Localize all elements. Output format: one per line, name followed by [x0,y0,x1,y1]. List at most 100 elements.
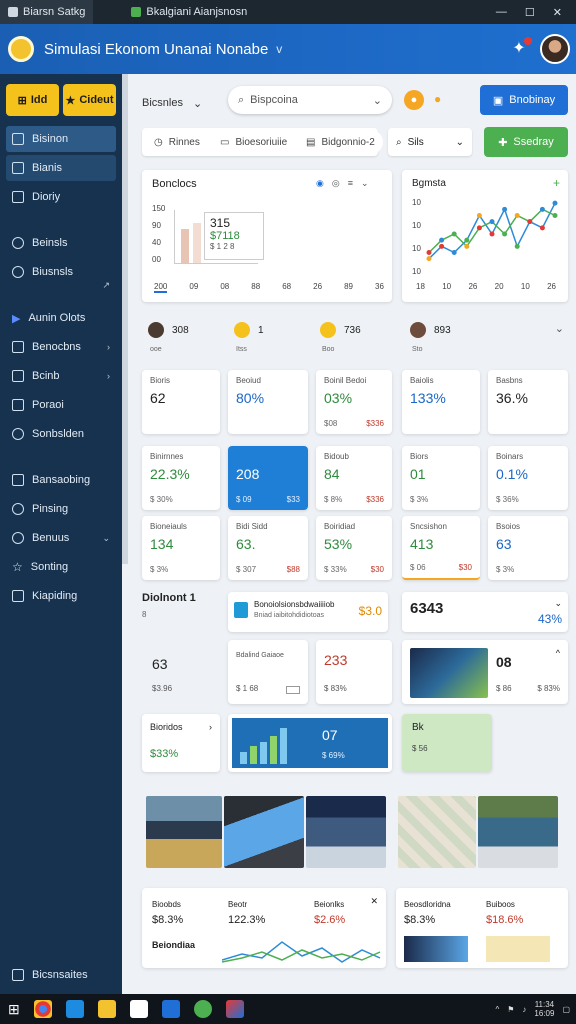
kpi-card[interactable]: 208 $ 09 $33 [228,446,308,510]
sidebar-item-4[interactable]: Beinsls [6,230,116,256]
filter-1[interactable]: ◷ Rinnes [146,130,208,154]
sidebar-bottom-item[interactable]: Bicsnsaites [6,962,94,988]
data-point[interactable] [552,213,558,218]
edge-icon[interactable] [65,1000,84,1018]
kpi-card[interactable]: Bioris 62 [142,370,220,434]
kpi-card[interactable]: Boinars 0.1% $ 36% [488,446,568,510]
kpi-card[interactable]: Biors 01 $ 3% [402,446,480,510]
chevron-down-icon[interactable]: ⌄ [555,322,564,335]
primary-action-button[interactable]: ▣ Bnobinay [480,85,568,115]
close-icon[interactable]: ✕ [370,896,378,907]
sort-icon[interactable]: ≡ [348,178,353,189]
search-box[interactable]: ⌕ Bispcoina ⌄ [228,86,392,114]
coin-icon[interactable]: ● [404,90,424,110]
kpi-card[interactable]: Beoiud 80% [228,370,308,434]
category-dropdown[interactable]: Bicsnles ⌄ [142,92,222,114]
thumbnail-image[interactable] [486,936,550,962]
user-avatar[interactable] [540,34,570,64]
kpi-card[interactable]: Bidoub 84 $ 8% $336 [316,446,392,510]
data-point[interactable] [514,213,520,218]
minimize-button[interactable]: — [496,6,507,19]
maximize-button[interactable]: ☐ [525,6,535,19]
sidebar-item-3[interactable]: Dioriy [6,184,116,210]
boats-photo[interactable] [478,796,558,868]
kpi-card[interactable]: Binirnnes 22.3% $ 30% [142,446,220,510]
kpi-card[interactable]: Baiolis 133% [402,370,480,434]
sidebar-item-13[interactable]: Benuus ⌄ [6,525,116,551]
app-icon[interactable] [161,1000,180,1018]
kpi-card[interactable]: Bioneiauls 134 $ 3% [142,516,220,580]
data-point[interactable] [502,231,508,237]
sidebar-item-2[interactable]: Bianis [6,155,116,181]
data-point[interactable] [527,219,533,225]
sidebar-button-1[interactable]: ⊞ Idd [6,84,59,116]
thumbnail-image[interactable] [410,648,488,698]
sidebar-item-8[interactable]: Bcinb › [6,363,116,389]
data-point[interactable] [476,213,482,218]
monitor-photo[interactable] [224,796,304,868]
sidebar-scrollbar[interactable] [122,74,128,564]
paint-icon[interactable] [225,1000,244,1018]
harbor-photo[interactable] [306,796,386,868]
notification-bell-icon[interactable]: ✦ [508,37,532,60]
chevron-up-icon[interactable]: ^ [495,1005,499,1014]
windows-start-icon[interactable]: ⊞ [8,1001,20,1018]
sidebar-item-1[interactable]: Bisinon [6,126,116,152]
browser-tab-1[interactable]: Biarsn Satkg [0,0,94,24]
sidebar-item-12[interactable]: Pinsing [6,496,116,522]
data-point[interactable] [514,243,520,249]
sidebar-item-7[interactable]: Benocbns › [6,334,116,360]
kpi-card[interactable]: Boiridiad 53% $ 33% $30 [316,516,392,580]
notifications-icon[interactable]: ▢ [562,1005,570,1014]
close-button[interactable]: ✕ [553,6,562,19]
kpi-card[interactable]: Bsoios 63 $ 3% [488,516,568,580]
network-icon[interactable]: ⚑ [507,1005,514,1014]
data-point[interactable] [476,225,482,231]
sidebar-item-10[interactable]: Sonbslden [6,421,116,447]
chrome-icon[interactable] [33,1000,52,1018]
volume-icon[interactable]: ♪ [522,1005,526,1014]
sidebar-item-6[interactable]: ▶ Aunin Olots [6,305,116,331]
chevron-up-icon[interactable]: ^ [556,648,560,658]
data-point[interactable] [451,231,457,237]
data-point[interactable] [439,243,445,249]
data-point[interactable] [539,206,545,212]
title-chevron-icon[interactable]: v [276,42,282,56]
chevron-down-icon[interactable]: ⌄ [361,178,369,189]
sidebar-item-5[interactable]: Biusnsls ↗ [6,259,116,290]
player-2[interactable]: 1 [234,322,264,338]
data-point[interactable] [426,250,432,255]
data-point[interactable] [489,219,495,225]
browser-tab-2[interactable]: Bkalgiani Aianjsnosn [123,0,255,24]
store-icon[interactable] [129,1000,148,1018]
kpi-card[interactable]: Boinil Bedoi 03% $08 $336 [316,370,392,434]
search-input[interactable]: Bispcoina [250,94,367,106]
info-icon[interactable]: ● [434,92,441,106]
data-point[interactable] [464,243,470,249]
sidebar-item-14[interactable]: ☆ Sonting [6,554,116,580]
city-photo[interactable] [146,796,222,868]
chevron-down-icon[interactable]: ⌄ [554,598,562,609]
player-1[interactable]: 308 [148,322,189,338]
secondary-search[interactable]: ⌕ Sils ⌄ [388,128,472,156]
sidebar-item-9[interactable]: Poraoi [6,392,116,418]
options-icon[interactable]: ◎ [332,178,340,189]
toggle-icon[interactable]: ◉ [316,178,324,189]
sidebar-item-15[interactable]: Kiapiding [6,583,116,609]
kpi-card[interactable]: Basbns 36.% [488,370,568,434]
sidebar-item-11[interactable]: Bansaobing [6,467,116,493]
chevron-right-icon[interactable]: › [209,722,212,732]
data-point[interactable] [552,200,558,206]
data-point[interactable] [539,225,545,231]
add-icon[interactable]: + [553,176,560,190]
clock-time[interactable]: 11:34 [535,1000,554,1009]
data-point[interactable] [464,237,470,243]
data-point[interactable] [426,256,432,262]
kpi-card[interactable]: Sncsishon 413 $ 06 $30 [402,516,480,580]
secondary-action-button[interactable]: ✚ Ssedray [484,127,568,157]
player-4[interactable]: 893 [410,322,451,338]
data-point[interactable] [451,250,457,255]
filter-3[interactable]: ▤ Bidgonnio-2 [298,130,383,154]
data-point[interactable] [439,237,445,243]
kpi-card[interactable]: Bidi Sidd 63. $ 307 $88 [228,516,308,580]
